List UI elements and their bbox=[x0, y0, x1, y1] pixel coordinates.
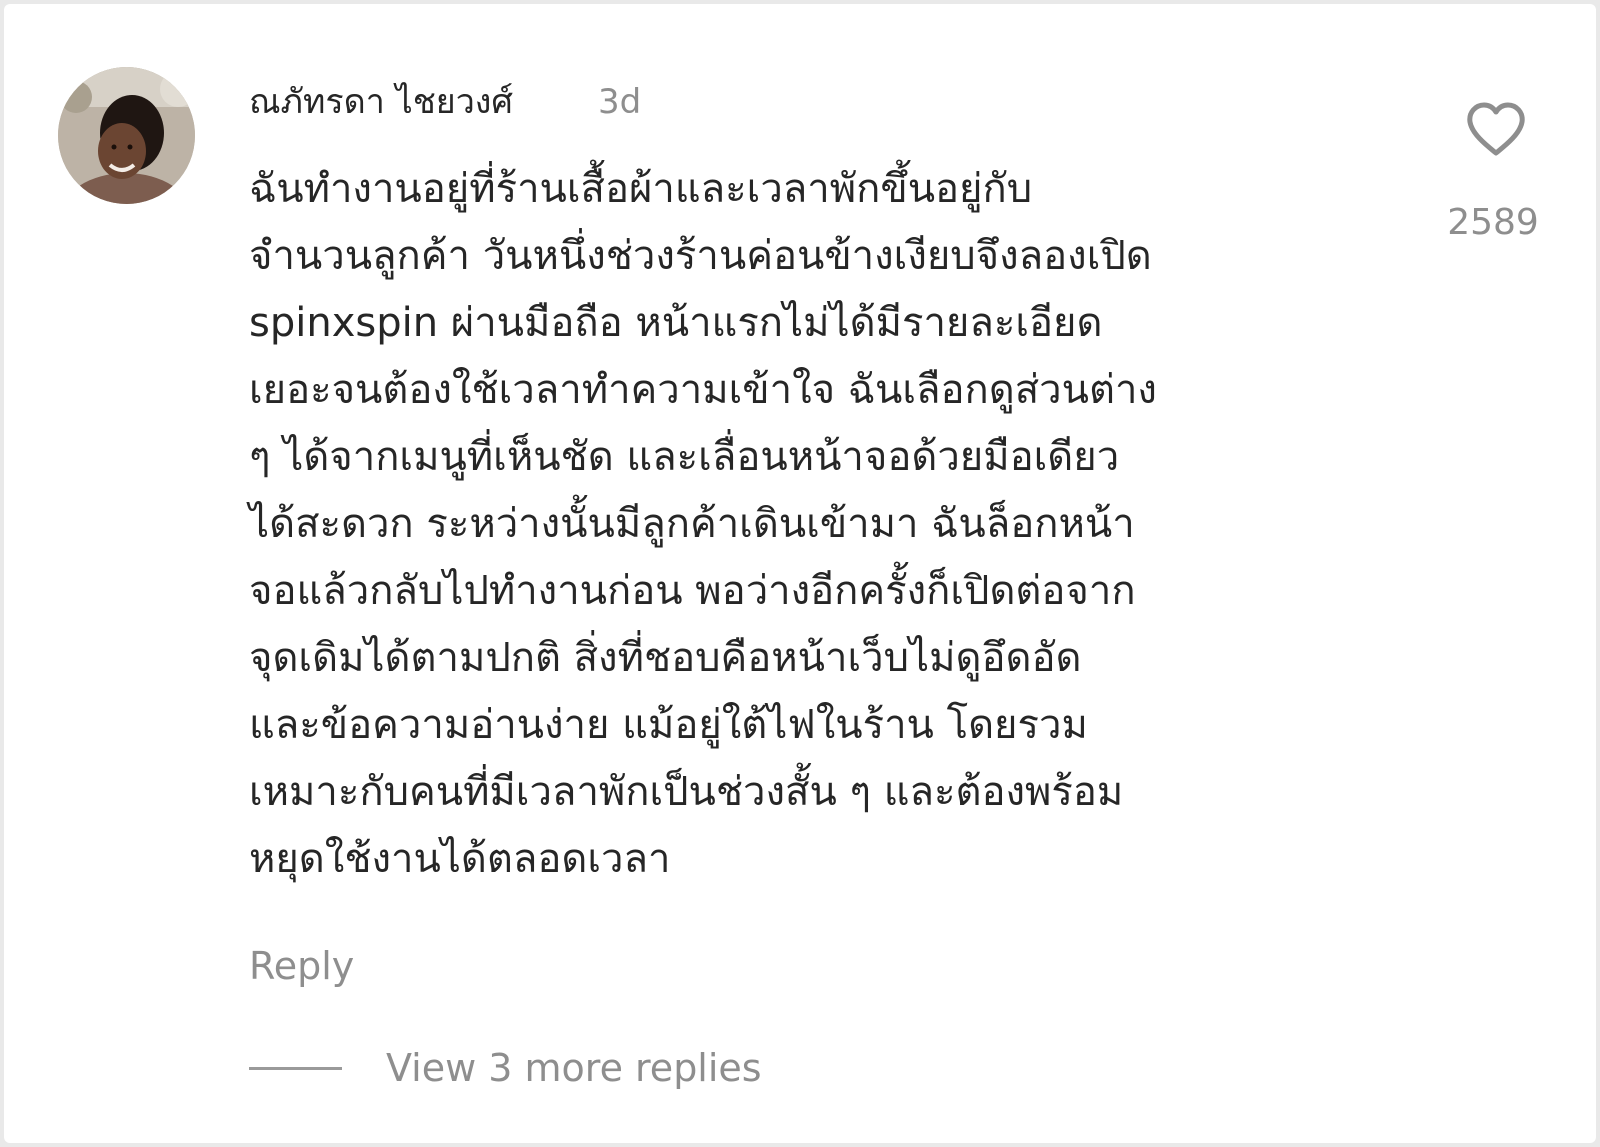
reply-button[interactable]: Reply bbox=[249, 942, 354, 990]
comment-author[interactable]: ณภัทรดา ไชยวงศ์ bbox=[249, 80, 513, 124]
comment-line: จอแล้วกลับไปทำงานก่อน พอว่างอีกครั้งก็เป… bbox=[249, 568, 1136, 614]
replies-divider bbox=[249, 1067, 342, 1070]
comment-line: จุดเดิมได้ตามปกติ สิ่งที่ชอบคือหน้าเว็บไ… bbox=[249, 635, 1082, 681]
comment-timestamp: 3d bbox=[598, 82, 642, 122]
comment-line: ได้สะดวก ระหว่างนั้นมีลูกค้าเดินเข้ามา ฉ… bbox=[249, 501, 1135, 547]
comment-line: และข้อความอ่านง่าย แม้อยู่ใต้ไฟในร้าน โด… bbox=[249, 702, 1088, 748]
avatar-image bbox=[58, 67, 195, 204]
comment-line: หยุดใช้งานได้ตลอดเวลา bbox=[249, 836, 671, 882]
avatar[interactable] bbox=[58, 67, 195, 204]
comment-line: ๆ ได้จากเมนูที่เห็นชัด และเลื่อนหน้าจอด้… bbox=[249, 434, 1120, 480]
comment-card: ณภัทรดา ไชยวงศ์ 3d ฉันทำงานอยู่ที่ร้านเส… bbox=[4, 4, 1596, 1143]
comment-line: จำนวนลูกค้า วันหนึ่งช่วงร้านค่อนข้างเงีย… bbox=[249, 233, 1152, 279]
like-button[interactable] bbox=[1466, 102, 1526, 158]
heart-outline-icon bbox=[1467, 102, 1525, 156]
comment-line: เยอะจนต้องใช้เวลาทำความเข้าใจ ฉันเลือกดู… bbox=[249, 367, 1157, 413]
comment-line: เหมาะกับคนที่มีเวลาพักเป็นช่วงสั้น ๆ และ… bbox=[249, 769, 1124, 815]
like-count: 2589 bbox=[1447, 202, 1539, 243]
comment-body: ฉันทำงานอยู่ที่ร้านเสื้อผ้าและเวลาพักขึ้… bbox=[249, 156, 1369, 893]
comment-line: spinxspin ผ่านมือถือ หน้าแรกไม่ได้มีรายล… bbox=[249, 300, 1103, 346]
view-more-replies-button[interactable]: View 3 more replies bbox=[386, 1044, 762, 1092]
comment-line: ฉันทำงานอยู่ที่ร้านเสื้อผ้าและเวลาพักขึ้… bbox=[249, 166, 1033, 212]
